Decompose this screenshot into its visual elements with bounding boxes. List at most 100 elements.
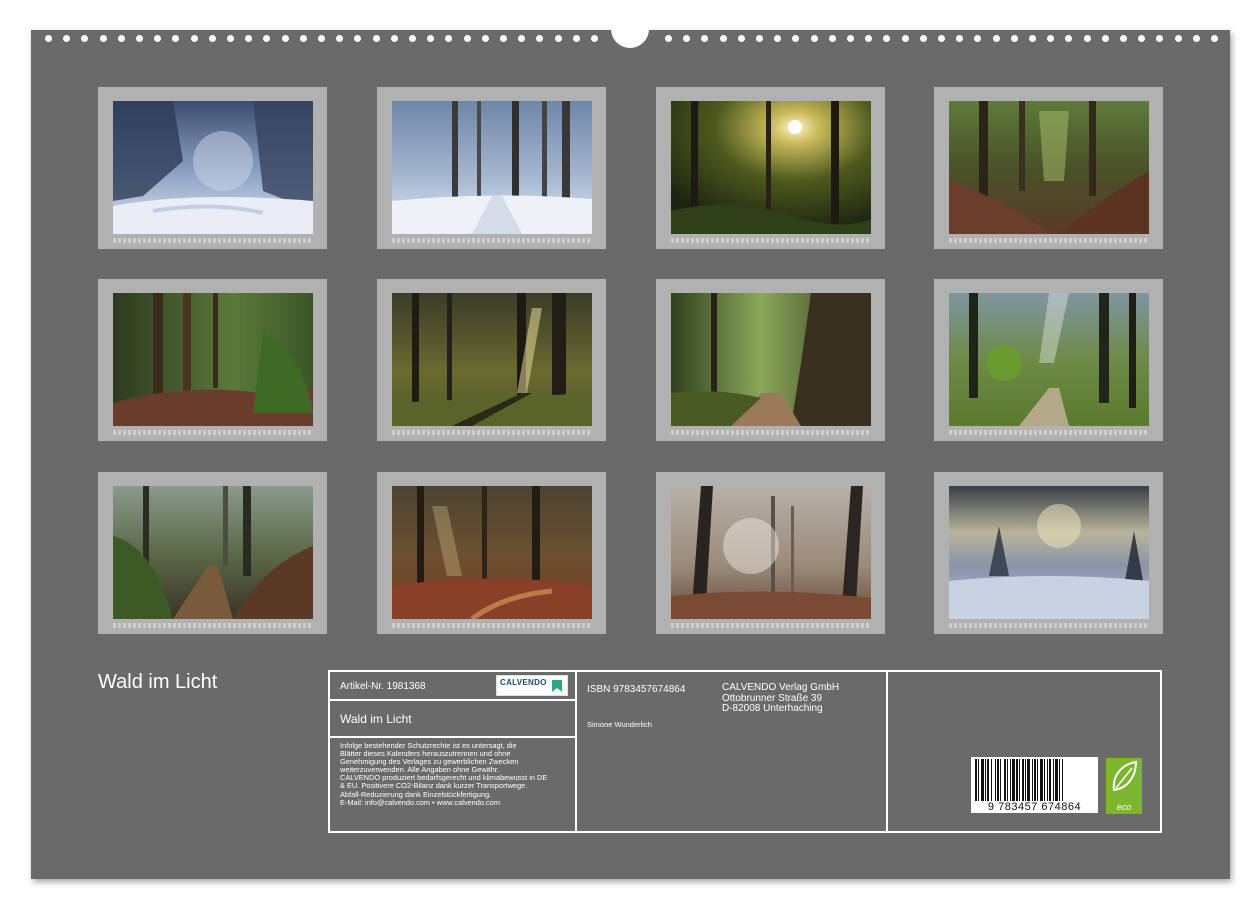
photo-forest-path-leaves: [113, 293, 313, 426]
binding-hole: [500, 35, 507, 42]
date-strip: [113, 238, 313, 243]
barcode-bar: [1004, 759, 1006, 801]
binding-hole: [1065, 35, 1072, 42]
binding-hole: [1047, 35, 1054, 42]
publisher-line: D-82008 Unterhaching: [722, 703, 823, 714]
binding-hole: [865, 35, 872, 42]
barcode-bar: [978, 759, 979, 801]
binding-hole: [902, 35, 909, 42]
binding-hole: [336, 35, 343, 42]
binding-hole: [536, 35, 543, 42]
binding-hole: [518, 35, 525, 42]
binding-hole: [263, 35, 270, 42]
barcode-bars: [975, 759, 1063, 801]
thumbnail-january: [98, 87, 327, 249]
barcode-bar: [991, 759, 992, 801]
barcode-bar: [1037, 759, 1038, 801]
binding-hole: [1084, 35, 1091, 42]
barcode-bar: [997, 759, 999, 801]
binding-hole: [573, 35, 580, 42]
barcode-bar: [1019, 759, 1020, 801]
binding-hole: [1193, 35, 1200, 42]
thumbnail-december: [934, 472, 1163, 634]
barcode-bar: [1062, 759, 1063, 801]
cover-title: Wald im Licht: [98, 671, 218, 693]
binding-hole: [1156, 35, 1163, 42]
barcode-bar: [1032, 759, 1033, 801]
info-column-article: Artikel-Nr. 1981368 CALVENDO Wald im Lic…: [330, 672, 577, 831]
binding-hole: [847, 35, 854, 42]
binding-hole: [409, 35, 416, 42]
barcode-bar: [1016, 759, 1018, 801]
date-strip: [113, 623, 313, 628]
barcode-bar: [1010, 759, 1011, 801]
spiral-binding: [31, 24, 1230, 48]
thumbnail-october: [377, 472, 606, 634]
binding-hole: [974, 35, 981, 42]
photo-forest-ravine: [949, 101, 1149, 234]
binding-hole: [920, 35, 927, 42]
photo-autumn-leaf-path: [392, 486, 592, 619]
photo-misty-trail: [113, 486, 313, 619]
date-strip: [949, 623, 1149, 628]
author: Simone Wunderlich: [587, 720, 652, 729]
photo-large-tree-trail: [671, 293, 871, 426]
binding-hole: [720, 35, 727, 42]
binding-hole: [555, 35, 562, 42]
publisher-line: CALVENDO Verlag GmbH: [722, 682, 840, 693]
date-strip: [671, 238, 871, 243]
binding-hole: [318, 35, 325, 42]
barcode-bar: [1040, 759, 1043, 801]
photo-foggy-autumn: [671, 486, 871, 619]
binding-hole: [665, 35, 672, 42]
binding-hole: [956, 35, 963, 42]
barcode-bar: [1053, 759, 1054, 801]
binding-hole: [683, 35, 690, 42]
date-strip: [671, 623, 871, 628]
barcode-bar: [1047, 759, 1048, 801]
info-title: Wald im Licht: [340, 712, 412, 726]
thumbnail-march: [656, 87, 885, 249]
barcode-bar: [1025, 759, 1026, 801]
barcode-bar: [1012, 759, 1015, 801]
binding-hole: [63, 35, 70, 42]
publisher-address: CALVENDO Verlag GmbH Ottobrunner Straße …: [722, 682, 840, 715]
barcode-bar: [1027, 759, 1030, 801]
thumbnail-july: [656, 279, 885, 441]
thumbnail-june: [377, 279, 606, 441]
date-strip: [113, 430, 313, 435]
binding-hole: [354, 35, 361, 42]
barcode-bar: [1055, 759, 1058, 801]
binding-hole: [756, 35, 763, 42]
binding-hole: [792, 35, 799, 42]
barcode-bar: [1007, 759, 1008, 801]
binding-hole: [464, 35, 471, 42]
binding-hole: [1175, 35, 1182, 42]
thumbnail-april: [934, 87, 1163, 249]
binding-hole: [373, 35, 380, 42]
date-strip: [949, 430, 1149, 435]
binding-hole: [1211, 35, 1218, 42]
hanger-notch: [611, 24, 649, 48]
binding-hole: [1120, 35, 1127, 42]
binding-hole: [391, 35, 398, 42]
binding-hole: [591, 35, 598, 42]
title-row: Wald im Licht: [330, 701, 575, 738]
date-strip: [392, 623, 592, 628]
binding-hole: [154, 35, 161, 42]
binding-hole: [191, 35, 198, 42]
photo-misty-snow-field: [949, 486, 1149, 619]
binding-hole: [100, 35, 107, 42]
binding-hole: [774, 35, 781, 42]
binding-hole: [118, 35, 125, 42]
logo-brand: CALVENDO: [500, 678, 547, 687]
binding-hole: [245, 35, 252, 42]
binding-hole: [829, 35, 836, 42]
binding-hole: [738, 35, 745, 42]
binding-hole: [45, 35, 52, 42]
binding-hole: [993, 35, 1000, 42]
barcode-bar: [985, 759, 986, 801]
barcode-bar: [1034, 759, 1036, 801]
binding-hole: [445, 35, 452, 42]
date-strip: [671, 430, 871, 435]
